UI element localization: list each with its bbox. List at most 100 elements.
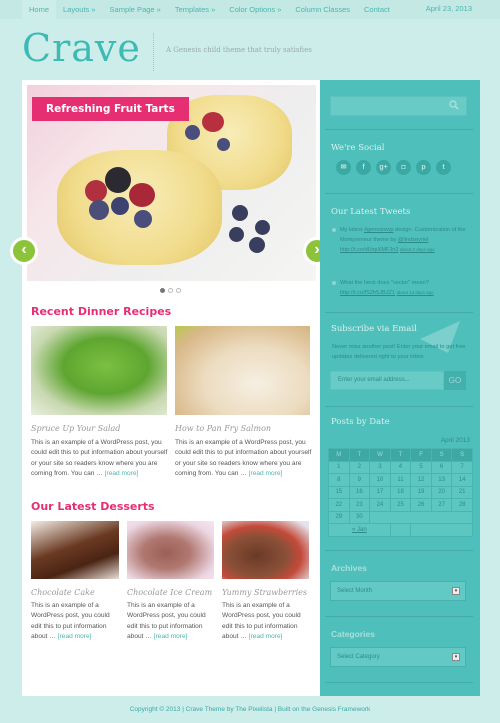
subscribe-go-button[interactable]: GO (444, 371, 466, 390)
slide-image-berry (229, 227, 244, 242)
read-more-link[interactable]: [read more] (249, 633, 283, 640)
post-thumbnail-salmon[interactable] (175, 326, 310, 415)
nav-item-sample-page[interactable]: Sample Page » (103, 0, 168, 19)
calendar-day: 6 (430, 460, 453, 474)
read-more-link[interactable]: [read more] (105, 470, 139, 477)
instagram-icon[interactable]: ◘ (396, 160, 411, 175)
email-icon[interactable]: ✉ (336, 160, 351, 175)
slide-image-berry (105, 167, 131, 193)
calendar-week-row: 15 16 17 18 19 20 21 (328, 485, 473, 499)
slide-caption[interactable]: Refreshing Fruit Tarts (32, 97, 189, 121)
calendar-day-header: F (410, 448, 432, 462)
widget-title-categories: Categories (331, 629, 375, 639)
tweet-text: My latest (340, 227, 364, 233)
post-title[interactable]: How to Pan Fry Salmon (175, 424, 271, 433)
slide-image-berry (232, 205, 248, 221)
twitter-icon[interactable]: t (436, 160, 451, 175)
slider-dot[interactable] (176, 288, 181, 293)
read-more-link[interactable]: [read more] (154, 633, 188, 640)
dropdown-arrow-icon[interactable]: ▾ (452, 587, 460, 595)
post-title[interactable]: Chocolate Cake (31, 588, 95, 597)
tweet-text: What the heck does "vector" mean? (340, 280, 429, 286)
search-icon[interactable] (449, 100, 459, 110)
post-thumbnail-salad[interactable] (31, 326, 167, 415)
post-title[interactable]: Chocolate Ice Cream (127, 588, 212, 597)
nav-item-layouts[interactable]: Layouts » (56, 0, 103, 19)
calendar-caption: April 2013 (440, 437, 470, 444)
tweet-time-link[interactable]: about 2 days ago (400, 247, 435, 252)
nav-item-home[interactable]: Home (22, 0, 57, 19)
calendar-day: 1 (328, 460, 350, 474)
tweet-item: My latest #genesiswp design. Customizati… (332, 225, 468, 255)
calendar-week-row: 8 9 10 11 12 13 14 (328, 473, 473, 487)
pinterest-icon[interactable]: p (416, 160, 431, 175)
calendar-day: 24 (369, 498, 391, 512)
header-divider (153, 33, 154, 71)
nav-item-contact[interactable]: Contact (357, 0, 397, 19)
archives-select[interactable]: Select Month ▾ (330, 581, 466, 601)
slider-prev-arrow-icon[interactable]: ‹ (10, 237, 38, 265)
tweet-time-link[interactable]: about 14 days ago (397, 290, 434, 295)
slide-image-berry (85, 180, 107, 202)
dropdown-arrow-icon[interactable]: ▾ (452, 653, 460, 661)
widget-divider (325, 682, 473, 683)
calendar-day: 13 (430, 473, 453, 487)
site-tagline: A Genesis child theme that truly satisfi… (166, 46, 312, 54)
email-input[interactable]: Enter your email address... (330, 371, 444, 390)
slide-image-berry (185, 125, 200, 140)
calendar-day: 8 (328, 473, 350, 487)
google-plus-icon[interactable]: g+ (376, 160, 391, 175)
calendar-week-row: 1234567 (328, 460, 473, 474)
categories-select[interactable]: Select Category ▾ (330, 647, 466, 667)
excerpt-text: This is an example of a WordPress post, … (31, 439, 168, 477)
calendar-day: 26 (410, 498, 432, 512)
post-thumbnail-strawberries[interactable] (222, 521, 309, 579)
calendar-pad (389, 523, 412, 537)
nav-item-column-classes[interactable]: Column Classes (288, 0, 357, 19)
slider-dot[interactable] (168, 288, 173, 293)
post-thumbnail-ice-cream[interactable] (127, 521, 214, 579)
slider-dot[interactable] (160, 288, 165, 293)
slide-image-berry (111, 197, 129, 215)
slide-image-tart-front (57, 150, 222, 265)
search-input[interactable] (330, 96, 467, 116)
calendar-day-header: S (430, 448, 453, 462)
calendar-day: 4 (389, 460, 412, 474)
read-more-link[interactable]: [read more] (58, 633, 92, 640)
post-excerpt: This is an example of a WordPress post, … (175, 438, 313, 479)
post-title[interactable]: Yummy Strawberries (222, 588, 307, 597)
calendar-day: 15 (328, 485, 350, 499)
calendar-day-header: W (369, 448, 391, 462)
post-excerpt: This is an example of a WordPress post, … (31, 438, 169, 479)
featured-slider[interactable]: Refreshing Fruit Tarts (27, 85, 316, 281)
header-date: April 23, 2013 (425, 4, 472, 13)
facebook-icon[interactable]: f (356, 160, 371, 175)
calendar-prev-label[interactable]: « Jan (352, 527, 367, 533)
calendar-day: 14 (451, 473, 473, 487)
post-thumbnail-cake[interactable] (31, 521, 119, 579)
nav-item-color-options[interactable]: Color Options » (222, 0, 288, 19)
widget-divider (325, 616, 473, 617)
calendar-day: 10 (369, 473, 391, 487)
calendar-day: 17 (369, 485, 391, 499)
subscribe-description: Never miss another post! Enter your emai… (332, 344, 466, 360)
slide-image-berry (89, 200, 109, 220)
calendar-day: 25 (389, 498, 412, 512)
read-more-link[interactable]: [read more] (249, 470, 283, 477)
calendar-nav-row: « Jan (328, 523, 473, 537)
calendar-prev-link[interactable]: « Jan (328, 523, 391, 537)
nav-menu: Home Layouts » Sample Page » Templates »… (22, 0, 397, 19)
nav-item-templates[interactable]: Templates » (168, 0, 222, 19)
calendar-day: 22 (328, 498, 350, 512)
calendar-day-header: T (348, 448, 371, 462)
post-title[interactable]: Spruce Up Your Salad (31, 424, 120, 433)
calendar-empty (369, 510, 473, 524)
tweet-url-link[interactable]: http://t.co/dUxpXMFJn2 (340, 247, 398, 253)
site-title[interactable]: Crave (22, 26, 141, 70)
calendar-day: 18 (389, 485, 412, 499)
slide-image-berry (134, 210, 152, 228)
tweet-mention-link[interactable]: @lindseyriel (398, 237, 429, 243)
tweet-hashtag-link[interactable]: #genesiswp (364, 227, 394, 233)
tweet-url-link[interactable]: http://t.co/fS2h5JBJZ1 (340, 290, 395, 296)
widget-title-archives: Archives (331, 563, 367, 573)
